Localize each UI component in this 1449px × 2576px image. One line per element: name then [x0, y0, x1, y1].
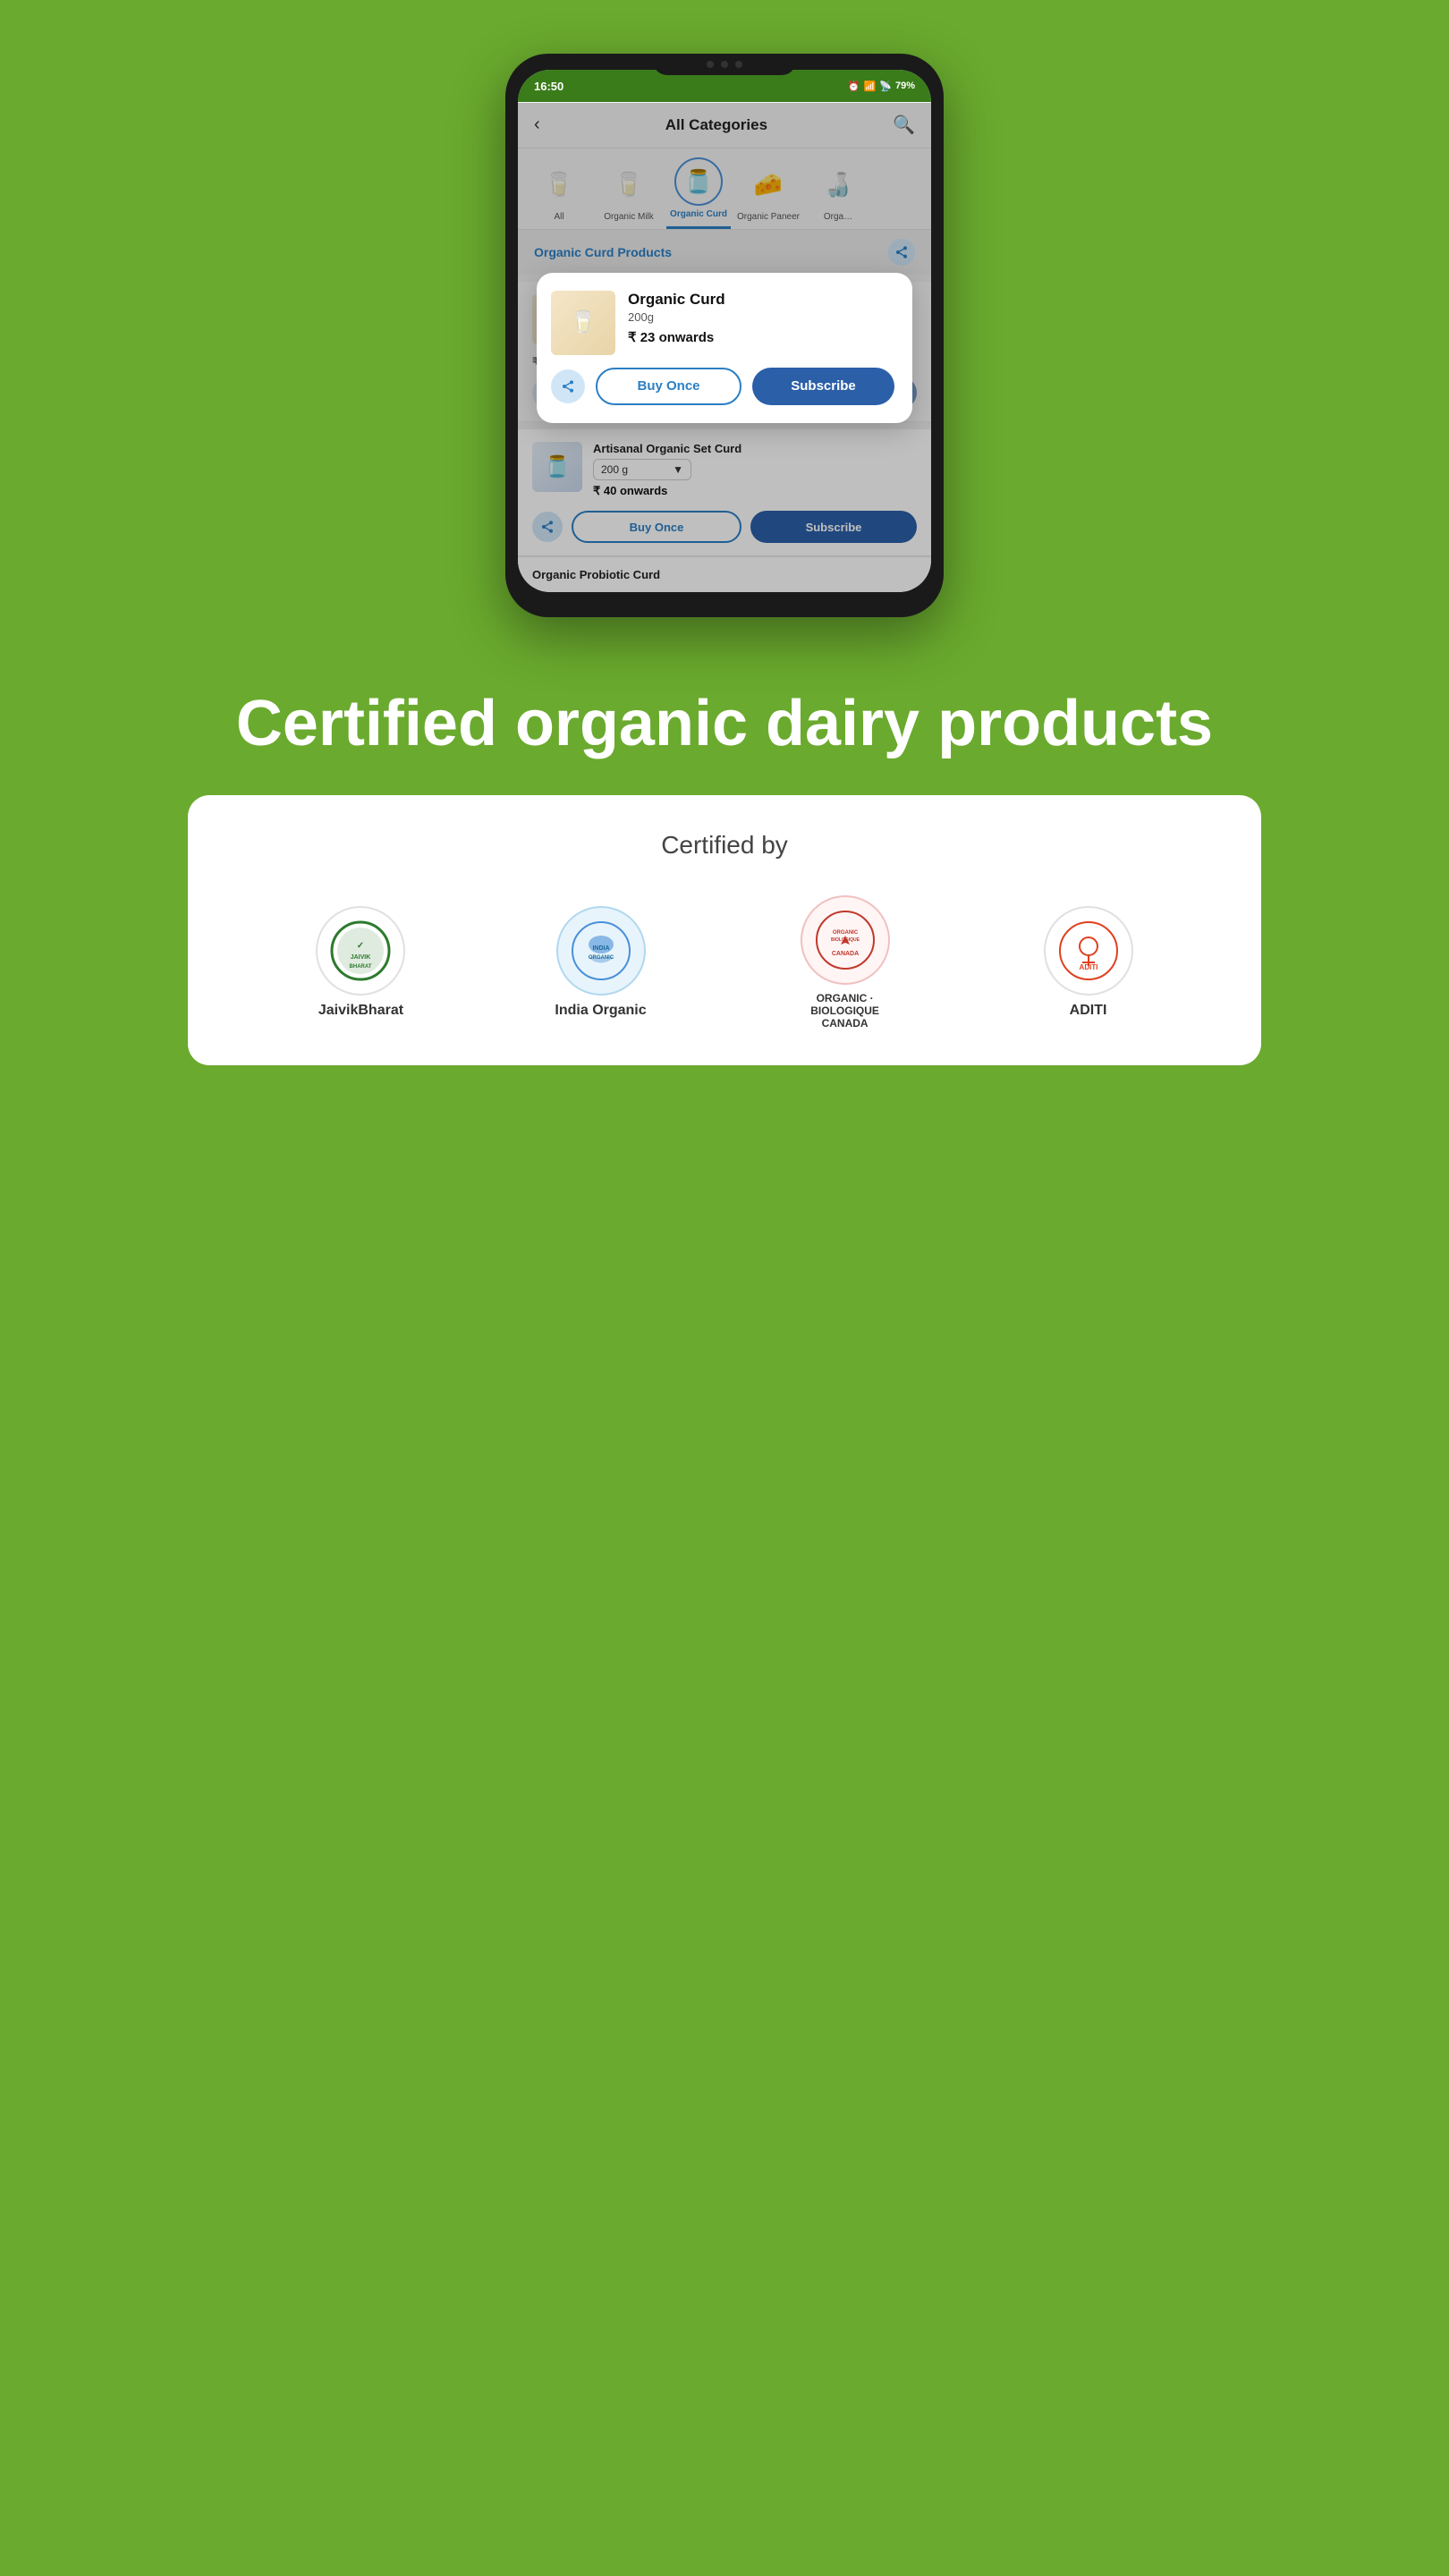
cert-logos: ✓ JAIVIK BHARAT JaivikBharat INDIA ORGAN…	[242, 895, 1208, 1030]
popup-buy-once-button[interactable]: Buy Once	[596, 368, 741, 405]
aditi-label: ADITI	[1070, 1003, 1107, 1019]
aditi-logo-circle: ADITI	[1044, 906, 1133, 996]
phone-notch	[653, 54, 796, 75]
screen-content: ₹ 23 onwards Buy Once Subscribe	[518, 282, 931, 592]
aditi-icon: ADITI	[1057, 919, 1120, 982]
jaivik-bharat-logo: ✓ JAIVIK BHARAT	[316, 906, 405, 996]
svg-text:CANADA: CANADA	[831, 951, 858, 957]
phone-screen: 16:50 ⏰ 📶 📡 79% ‹ All Categories 🔍 🥛 All	[518, 70, 931, 592]
bottom-text-section: Certified organic dairy products	[165, 689, 1284, 795]
canada-organic-icon: ORGANIC BIOLOGIQUE CANADA	[814, 909, 877, 971]
certified-by-label: Certified by	[242, 831, 1208, 860]
status-time: 16:50	[534, 80, 564, 93]
india-organic-icon: INDIA ORGANIC	[570, 919, 632, 982]
popup-product-price: ₹ 23 onwards	[628, 329, 894, 345]
phone-frame: 16:50 ⏰ 📶 📡 79% ‹ All Categories 🔍 🥛 All	[505, 54, 944, 617]
svg-text:ORGANIC: ORGANIC	[588, 955, 614, 961]
svg-text:✓: ✓	[357, 941, 364, 951]
battery-icon: 79%	[895, 80, 915, 91]
popup-subscribe-button[interactable]: Subscribe	[752, 368, 894, 405]
svg-text:ADITI: ADITI	[1079, 963, 1097, 971]
popup-actions: Buy Once Subscribe	[551, 368, 894, 405]
notch-dot-2	[721, 61, 728, 68]
cert-logo-canada-organic: ORGANIC BIOLOGIQUE CANADA ORGANIC · BIOL…	[796, 895, 894, 1030]
popup-share-icon	[561, 379, 575, 394]
canada-organic-label: ORGANIC · BIOLOGIQUE CANADA	[796, 992, 894, 1030]
canada-organic-logo-circle: ORGANIC BIOLOGIQUE CANADA	[801, 895, 890, 985]
cert-logo-aditi: ADITI ADITI	[1044, 906, 1133, 1019]
india-organic-label: India Organic	[555, 1003, 646, 1019]
notch-dot-1	[707, 61, 714, 68]
cert-logo-jaivik-bharat: ✓ JAIVIK BHARAT JaivikBharat	[316, 906, 405, 1019]
india-organic-logo-circle: INDIA ORGANIC	[556, 906, 646, 996]
status-icons: ⏰ 📶 📡 79%	[848, 80, 915, 92]
jaivik-bharat-label: JaivikBharat	[318, 1003, 403, 1019]
wifi-icon: 📶	[864, 80, 877, 92]
popup-product-info: Organic Curd 200g ₹ 23 onwards	[628, 291, 894, 345]
jaivik-bharat-icon: ✓ JAIVIK BHARAT	[329, 919, 392, 982]
svg-text:JAIVIK: JAIVIK	[351, 954, 371, 961]
popup-card: Organic Curd 200g ₹ 23 onwards	[537, 273, 912, 423]
popup-product-size: 200g	[628, 310, 894, 324]
popup-overlay: Organic Curd 200g ₹ 23 onwards	[518, 103, 931, 592]
certified-section: Certified by ✓ JAIVIK BHARAT JaivikBhara…	[188, 795, 1261, 1065]
alarm-icon: ⏰	[848, 80, 860, 92]
bottom-headline: Certified organic dairy products	[236, 689, 1213, 759]
svg-text:BHARAT: BHARAT	[350, 964, 372, 970]
svg-text:INDIA: INDIA	[592, 945, 609, 952]
popup-product-name: Organic Curd	[628, 291, 894, 309]
popup-product-image	[551, 291, 615, 355]
notch-dot-3	[735, 61, 742, 68]
svg-text:ORGANIC: ORGANIC	[832, 930, 858, 936]
signal-icon: 📡	[879, 80, 892, 92]
popup-share-button[interactable]	[551, 369, 585, 403]
cert-logo-india-organic: INDIA ORGANIC India Organic	[555, 906, 646, 1019]
